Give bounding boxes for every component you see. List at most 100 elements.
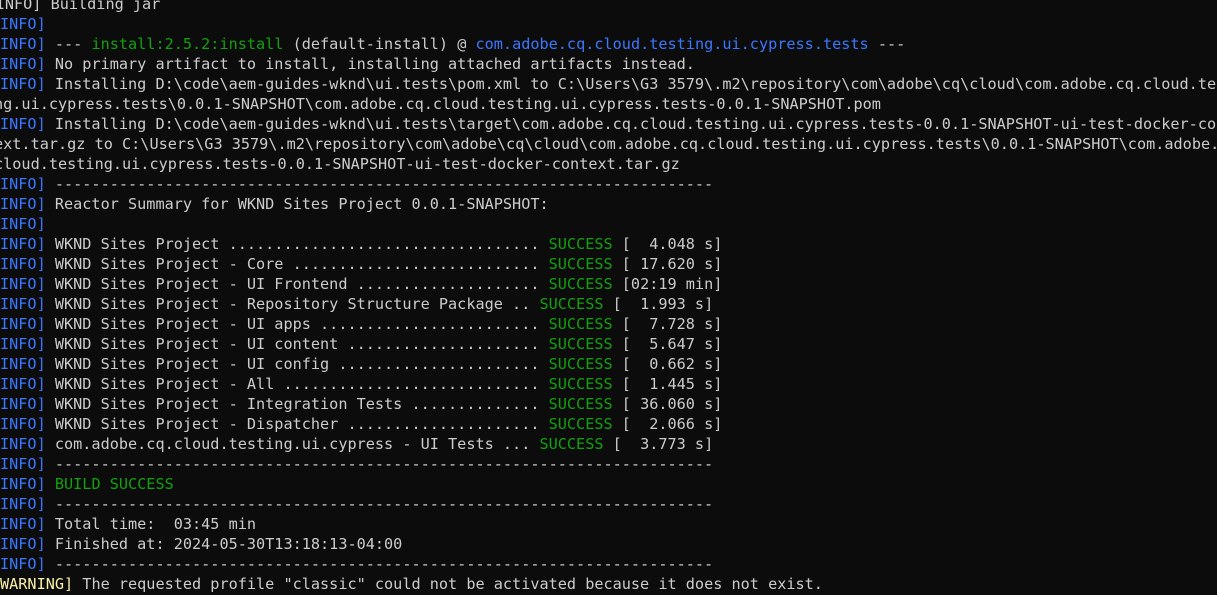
info-tag: INFO]	[0, 435, 46, 453]
log-text: (default-install) @	[283, 35, 476, 53]
info-tag: INFO]	[0, 455, 46, 473]
warning-tag: WARNING]	[0, 575, 74, 593]
log-text: WKND Sites Project - All ...............…	[45, 375, 549, 393]
success-text: SUCCESS	[539, 435, 604, 453]
terminal-line: INFO] WKND Sites Project - Core ........…	[0, 254, 1217, 274]
info-tag: INFO]	[0, 275, 46, 293]
terminal-line: INFO] WKND Sites Project - All .........…	[0, 374, 1217, 394]
terminal-line: [INFO] Building jar	[0, 0, 1217, 14]
info-tag: INFO]	[0, 475, 46, 493]
info-tag: INFO]	[0, 315, 46, 333]
info-tag: INFO]	[0, 495, 46, 513]
log-text: [ 36.060 s]	[612, 395, 723, 413]
info-tag: INFO]	[0, 115, 46, 133]
log-text: WKND Sites Project - UI content ........…	[45, 335, 549, 353]
log-text: No primary artifact to install, installi…	[45, 55, 695, 73]
info-tag: INFO]	[0, 235, 46, 253]
success-text: SUCCESS	[548, 375, 613, 393]
terminal-line: INFO] WKND Sites Project - Repository St…	[0, 294, 1217, 314]
log-text: WKND Sites Project - UI config .........…	[45, 355, 549, 373]
success-text: install:2.5.2:install	[91, 35, 284, 53]
terminal-line: INFO] WKND Sites Project - UI content ..…	[0, 334, 1217, 354]
log-text: [ 7.728 s]	[612, 315, 723, 333]
log-text: Installing D:\code\aem-guides-wknd\ui.te…	[45, 75, 1217, 93]
info-tag: INFO]	[0, 195, 46, 213]
log-text: WKND Sites Project - Integration Tests .…	[45, 395, 549, 413]
terminal-line: INFO] Reactor Summary for WKND Sites Pro…	[0, 194, 1217, 214]
success-text: SUCCESS	[548, 415, 613, 433]
wrapped-line-text: ng.ui.cypress.tests\0.0.1-SNAPSHOT\com.a…	[0, 95, 881, 113]
log-text: WKND Sites Project - Repository Structur…	[45, 295, 540, 313]
terminal-line: ng.ui.cypress.tests\0.0.1-SNAPSHOT\com.a…	[0, 94, 1217, 114]
log-text: ----------------------------------------…	[45, 555, 714, 573]
terminal-line: INFO] com.adobe.cq.cloud.testing.ui.cypr…	[0, 434, 1217, 454]
log-text: WKND Sites Project - UI apps ...........…	[45, 315, 549, 333]
log-text: WKND Sites Project - UI Frontend .......…	[45, 275, 549, 293]
terminal-line: INFO]	[0, 214, 1217, 234]
wrapped-line-text: ext.tar.gz to C:\Users\G3 3579\.m2\repos…	[0, 135, 1217, 153]
log-text: [ 17.620 s]	[612, 255, 723, 273]
success-text: SUCCESS	[539, 295, 604, 313]
terminal-line: INFO] Total time: 03:45 min	[0, 514, 1217, 534]
terminal-line: INFO] WKND Sites Project - Integration T…	[0, 394, 1217, 414]
success-text: SUCCESS	[548, 275, 613, 293]
log-text: [ 5.647 s]	[612, 335, 723, 353]
log-text: [ 0.662 s]	[612, 355, 723, 373]
info-tag: INFO]	[0, 35, 46, 53]
info-tag: INFO]	[0, 15, 46, 33]
info-tag: INFO]	[0, 295, 46, 313]
terminal-line: INFO]	[0, 14, 1217, 34]
success-text: SUCCESS	[548, 395, 613, 413]
log-text: Reactor Summary for WKND Sites Project 0…	[45, 195, 549, 213]
terminal-line: INFO] WKND Sites Project - UI config ...…	[0, 354, 1217, 374]
info-tag: INFO]	[0, 355, 46, 373]
info-tag: INFO]	[0, 555, 46, 573]
terminal-line: INFO] ----------------------------------…	[0, 554, 1217, 574]
terminal-line: INFO] ----------------------------------…	[0, 494, 1217, 514]
log-text: ----------------------------------------…	[45, 175, 714, 193]
log-text: Total time: 03:45 min	[45, 515, 257, 533]
log-text: The requested profile "classic" could no…	[73, 575, 823, 593]
info-tag: INFO]	[0, 335, 46, 353]
log-text: WKND Sites Project - Dispatcher ........…	[45, 415, 549, 433]
terminal-line: WARNING] The requested profile "classic"…	[0, 574, 1217, 594]
log-text: [ 1.445 s]	[612, 375, 723, 393]
log-text: ----------------------------------------…	[45, 495, 714, 513]
terminal-line: INFO] Installing D:\code\aem-guides-wknd…	[0, 114, 1217, 134]
terminal-line: INFO] WKND Sites Project - Dispatcher ..…	[0, 414, 1217, 434]
terminal-line: INFO] ----------------------------------…	[0, 174, 1217, 194]
log-text: ----------------------------------------…	[45, 455, 714, 473]
info-tag: INFO]	[0, 415, 46, 433]
info-tag: INFO]	[0, 55, 46, 73]
log-text: Finished at: 2024-05-30T13:18:13-04:00	[45, 535, 403, 553]
info-tag: INFO]	[0, 255, 46, 273]
info-tag: INFO]	[0, 515, 46, 533]
success-text: SUCCESS	[548, 255, 613, 273]
info-tag: INFO]	[0, 535, 46, 553]
success-text: BUILD SUCCESS	[54, 475, 174, 493]
artifact-id-text: com.adobe.cq.cloud.testing.ui.cypress.te…	[475, 35, 869, 53]
log-text: [ 3.773 s]	[603, 435, 714, 453]
terminal-line: INFO] No primary artifact to install, in…	[0, 54, 1217, 74]
log-text: WKND Sites Project - Core ..............…	[45, 255, 549, 273]
terminal-line: INFO] WKND Sites Project ...............…	[0, 234, 1217, 254]
log-text: com.adobe.cq.cloud.testing.ui.cypress - …	[45, 435, 540, 453]
log-text: ---	[45, 35, 92, 53]
terminal-line: INFO] WKND Sites Project - UI apps .....…	[0, 314, 1217, 334]
terminal-line: INFO] ----------------------------------…	[0, 454, 1217, 474]
terminal-line: INFO] BUILD SUCCESS	[0, 474, 1217, 494]
terminal-line: INFO] Finished at: 2024-05-30T13:18:13-0…	[0, 534, 1217, 554]
terminal-output[interactable]: [INFO] Building jarINFO]INFO] --- instal…	[0, 0, 1217, 595]
log-text: WKND Sites Project .....................…	[45, 235, 549, 253]
log-text: Installing D:\code\aem-guides-wknd\ui.te…	[45, 115, 1217, 133]
success-text: SUCCESS	[548, 315, 613, 333]
wrapped-line-text: cloud.testing.ui.cypress.tests-0.0.1-SNA…	[0, 155, 680, 173]
log-text: [ 4.048 s]	[612, 235, 723, 253]
log-text: ---	[868, 35, 906, 53]
info-tag: INFO]	[0, 215, 46, 233]
success-text: SUCCESS	[548, 355, 613, 373]
log-text: [ 2.066 s]	[612, 415, 723, 433]
terminal-line: ext.tar.gz to C:\Users\G3 3579\.m2\repos…	[0, 134, 1217, 154]
info-tag: INFO]	[0, 375, 46, 393]
